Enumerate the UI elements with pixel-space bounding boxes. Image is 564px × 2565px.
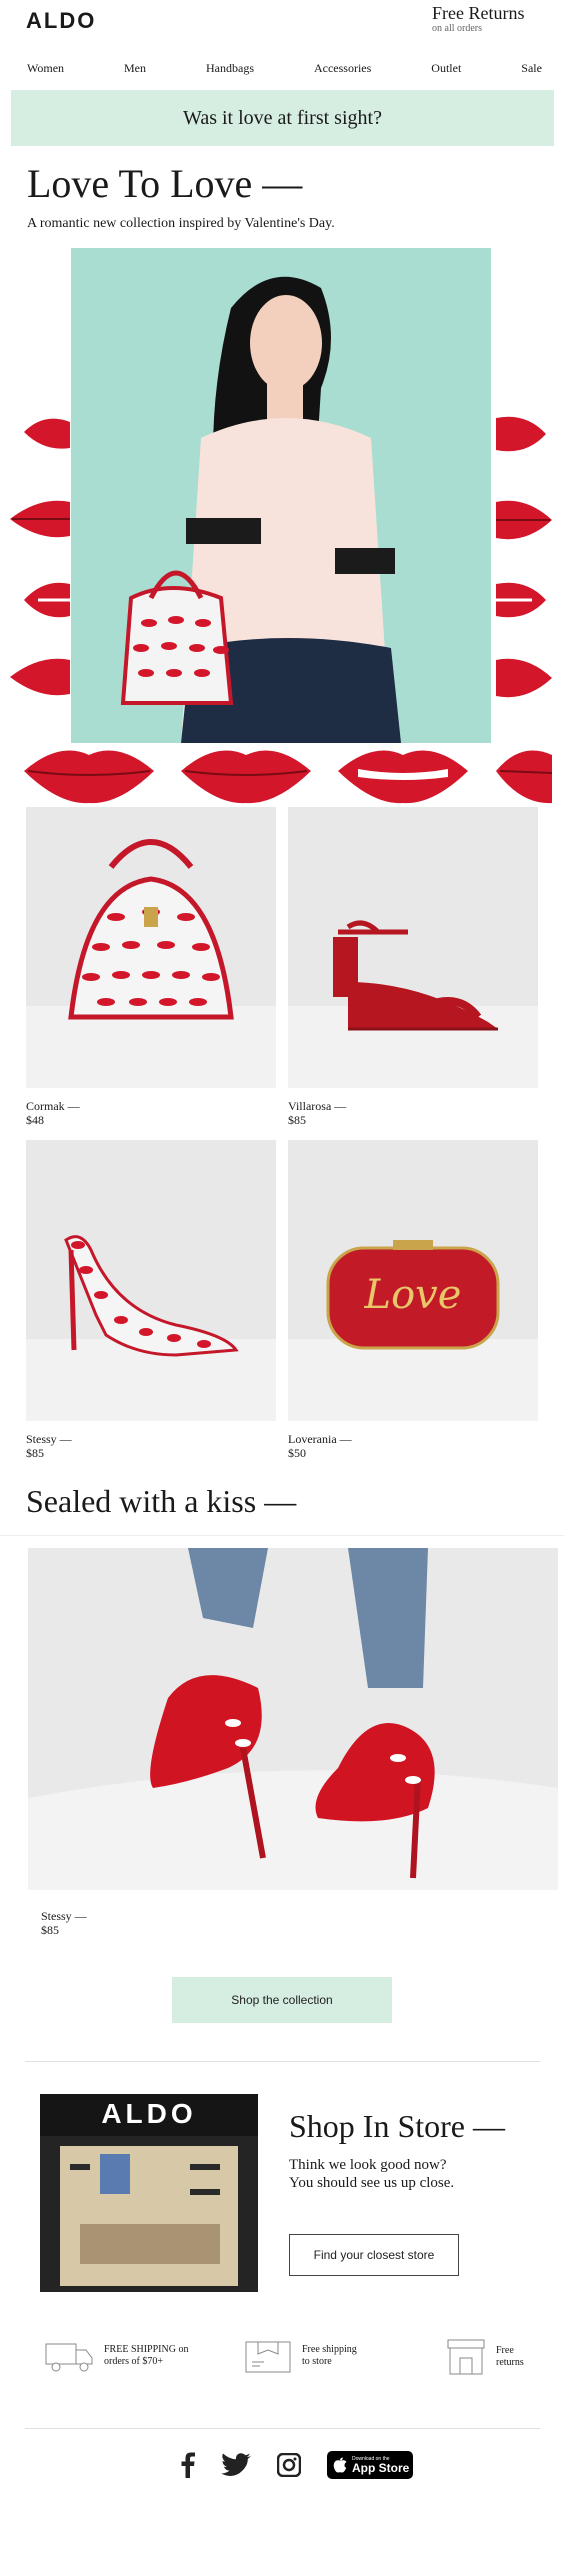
feature-line: to store xyxy=(302,2356,332,2367)
feature-product-price: $85 xyxy=(41,1923,59,1937)
shop-in-store: ALDO Shop In Store — Think we look good … xyxy=(0,2094,564,2324)
store-line-2: You should see us up close. xyxy=(289,2175,455,2191)
lips-decoration xyxy=(496,582,546,618)
product-price: $50 xyxy=(288,1446,306,1460)
product-image[interactable] xyxy=(288,807,538,1088)
lips-decoration xyxy=(496,416,546,452)
nav-women[interactable]: Women xyxy=(27,61,64,76)
truck-icon xyxy=(45,2343,93,2372)
hero-section xyxy=(0,248,564,804)
app-store-badge[interactable]: Download on the App Store xyxy=(327,2451,413,2479)
clutch-text: Love xyxy=(364,1272,462,1318)
promo-banner[interactable]: Was it love at first sight? xyxy=(11,90,554,146)
find-store-button[interactable]: Find your closest store xyxy=(289,2234,459,2276)
features-row: FREE SHIPPING on orders of $70+ Free shi… xyxy=(0,2338,564,2410)
lips-decoration xyxy=(24,582,70,618)
lips-decoration xyxy=(10,500,70,538)
pump-icon xyxy=(64,1235,239,1357)
feature-line: orders of $70+ xyxy=(104,2356,163,2367)
store-text: Think we look good now? You should see u… xyxy=(289,2156,454,2192)
aldo-logo[interactable]: ALDO xyxy=(26,8,96,34)
product-name[interactable]: Stessy — xyxy=(26,1433,276,1446)
free-returns[interactable]: Free Returns on all orders xyxy=(432,2,536,34)
nav-outlet[interactable]: Outlet xyxy=(431,61,461,76)
nav-accessories[interactable]: Accessories xyxy=(314,61,371,76)
product-card[interactable]: Stessy — $85 xyxy=(26,1140,276,1460)
product-grid: Cormak — $48 Villarosa — $85 Stessy — $8… xyxy=(0,765,564,1460)
product-card[interactable]: Villarosa — $85 xyxy=(288,807,538,1127)
product-card[interactable]: Cormak — $48 xyxy=(26,807,276,1127)
box-icon xyxy=(245,2341,291,2373)
divider xyxy=(25,2061,540,2062)
app-badge-big: App Store xyxy=(352,2460,410,2475)
product-price: $85 xyxy=(288,1113,306,1127)
feature-free-returns[interactable]: Free returns xyxy=(446,2338,524,2376)
email-page: ALDO Free Returns on all orders Women Me… xyxy=(0,0,564,2501)
feature-free-shipping[interactable]: FREE SHIPPING on orders of $70+ xyxy=(44,2338,188,2374)
feature-line: returns xyxy=(496,2357,524,2368)
feature-product-name[interactable]: Stessy — xyxy=(41,1909,564,1923)
product-card[interactable]: Love Loverania — $50 xyxy=(288,1140,538,1460)
hero-title: Love To Love — xyxy=(27,161,303,206)
red-pumps-illustration xyxy=(28,1548,558,1890)
nav-sale[interactable]: Sale xyxy=(521,61,542,76)
section-title: Sealed with a kiss — xyxy=(26,1483,297,1519)
facebook-icon[interactable] xyxy=(181,2452,195,2478)
hero-model-photo[interactable] xyxy=(71,248,491,743)
product-image[interactable] xyxy=(26,1140,276,1421)
model-illustration xyxy=(71,248,491,743)
lip-print-handbag-icon xyxy=(68,839,234,1020)
feature-ship-to-store[interactable]: Free shipping to store xyxy=(244,2338,357,2374)
feature-line: Free xyxy=(496,2345,514,2356)
product-image[interactable] xyxy=(26,807,276,1088)
lips-decoration xyxy=(24,418,70,449)
product-name[interactable]: Loverania — xyxy=(288,1433,538,1446)
instagram-icon[interactable] xyxy=(277,2453,301,2477)
storefront-image[interactable]: ALDO xyxy=(40,2094,258,2292)
store-logo: ALDO xyxy=(101,2098,197,2129)
returns-title: Free Returns xyxy=(432,3,525,23)
product-price: $85 xyxy=(26,1446,44,1460)
returns-subtitle: on all orders xyxy=(432,23,482,34)
social-row: Download on the App Store xyxy=(0,2429,564,2501)
store-title: Shop In Store — xyxy=(289,2108,505,2144)
store-line-1: Think we look good now? xyxy=(289,2157,447,2173)
twitter-icon[interactable] xyxy=(221,2453,251,2477)
sandal-icon xyxy=(333,920,498,1031)
product-name[interactable]: Villarosa — xyxy=(288,1100,538,1113)
nav-handbags[interactable]: Handbags xyxy=(206,61,254,76)
feature-line: Free shipping xyxy=(302,2344,357,2355)
feature-line: FREE SHIPPING on xyxy=(104,2344,189,2355)
sealed-section xyxy=(0,1535,564,1895)
store-icon xyxy=(447,2339,485,2375)
product-image[interactable]: Love xyxy=(288,1140,538,1421)
lips-decoration xyxy=(496,658,552,698)
apple-icon xyxy=(333,2457,347,2473)
product-price: $48 xyxy=(26,1113,44,1127)
shop-collection-button[interactable]: Shop the collection xyxy=(172,1977,392,2023)
product-name[interactable]: Cormak — xyxy=(26,1100,276,1113)
lips-decoration xyxy=(10,658,70,696)
nav-bar: Women Men Handbags Accessories Outlet Sa… xyxy=(0,46,564,90)
header: ALDO Free Returns on all orders xyxy=(0,0,564,46)
feature-photo[interactable] xyxy=(28,1548,558,1890)
hero-subtitle: A romantic new collection inspired by Va… xyxy=(27,216,335,231)
nav-men[interactable]: Men xyxy=(124,61,146,76)
lips-decoration xyxy=(496,500,552,540)
